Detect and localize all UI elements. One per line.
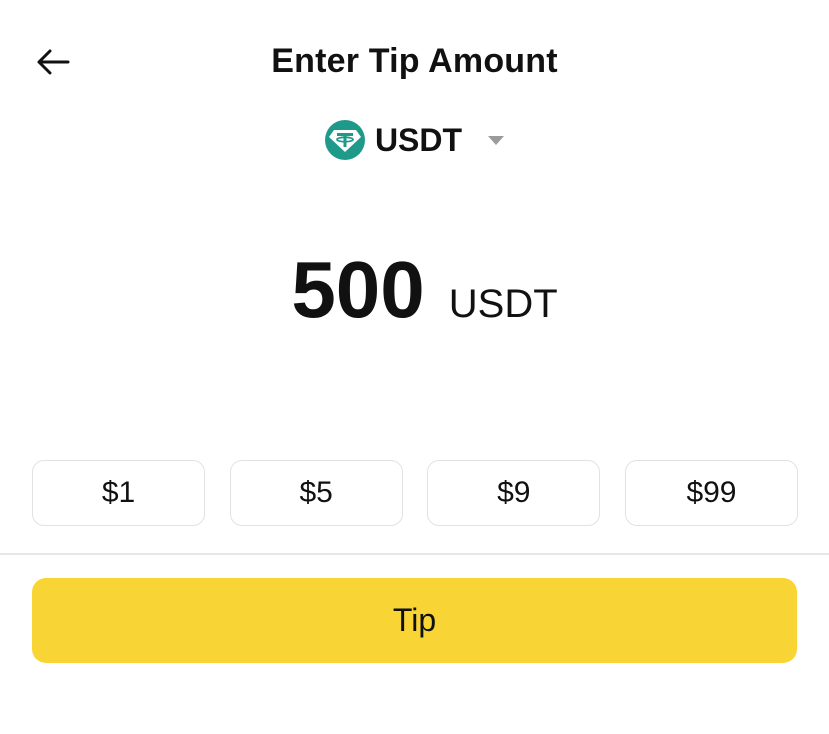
preset-button-9[interactable]: $9 [427,460,601,526]
preset-amounts: $1 $5 $9 $99 [32,460,798,528]
currency-dropdown[interactable]: USDT [319,120,510,160]
currency-selector: USDT [0,118,829,162]
tether-icon [324,120,365,160]
amount-value: 500 [291,245,425,334]
divider [0,553,829,555]
preset-button-5[interactable]: $5 [229,460,403,526]
page-title: Enter Tip Amount [271,42,558,80]
chevron-down-icon [488,135,505,145]
tip-button[interactable]: Tip [32,578,797,663]
amount-display[interactable]: 500 USDT [0,245,829,335]
tip-screen: Enter Tip Amount USDT 500 USDT $1 $5 $9 … [0,0,829,734]
preset-button-1[interactable]: $1 [32,460,205,526]
preset-button-99[interactable]: $99 [624,460,798,526]
amount-unit: USDT [448,282,558,326]
currency-label: USDT [374,121,463,158]
header: Enter Tip Amount [0,30,829,94]
